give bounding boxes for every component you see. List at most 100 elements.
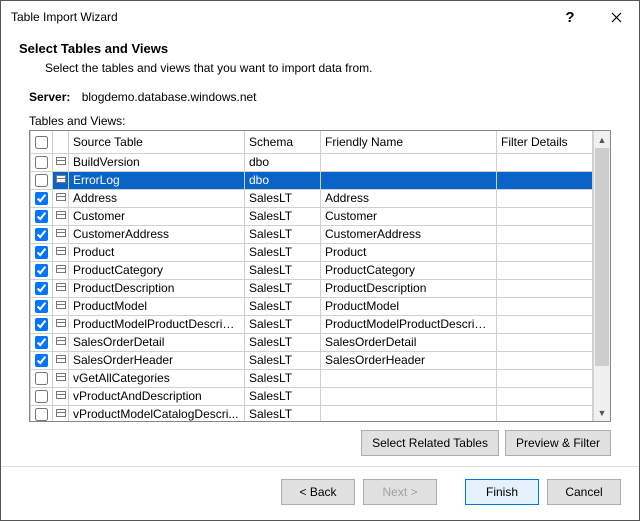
cell-filter <box>497 279 593 297</box>
table-row[interactable]: AddressSalesLTAddress <box>31 189 593 207</box>
row-checkbox-cell[interactable] <box>31 297 53 315</box>
row-checkbox-cell[interactable] <box>31 351 53 369</box>
cell-source: vGetAllCategories <box>69 369 245 387</box>
cell-friendly: Product <box>321 243 497 261</box>
row-checkbox-cell[interactable] <box>31 207 53 225</box>
row-checkbox-cell[interactable] <box>31 153 53 171</box>
cell-schema: SalesLT <box>245 225 321 243</box>
help-button[interactable]: ? <box>547 1 593 33</box>
col-filter-details[interactable]: Filter Details <box>497 131 593 153</box>
row-checkbox-cell[interactable] <box>31 225 53 243</box>
table-row[interactable]: BuildVersiondbo <box>31 153 593 171</box>
table-row[interactable]: ProductModelSalesLTProductModel <box>31 297 593 315</box>
row-checkbox[interactable] <box>35 336 48 349</box>
header-checkbox-cell[interactable] <box>31 131 53 153</box>
scroll-thumb[interactable] <box>595 148 609 366</box>
cell-schema: SalesLT <box>245 333 321 351</box>
scroll-down-arrow[interactable]: ▼ <box>594 404 610 421</box>
finish-button[interactable]: Finish <box>465 479 539 505</box>
table-icon <box>53 189 69 207</box>
row-checkbox-cell[interactable] <box>31 171 53 189</box>
row-checkbox[interactable] <box>35 300 48 313</box>
table-row[interactable]: SalesOrderHeaderSalesLTSalesOrderHeader <box>31 351 593 369</box>
row-checkbox[interactable] <box>35 192 48 205</box>
table-icon <box>53 369 69 387</box>
row-checkbox[interactable] <box>35 174 48 187</box>
scroll-track[interactable] <box>594 148 610 404</box>
row-checkbox[interactable] <box>35 210 48 223</box>
row-checkbox-cell[interactable] <box>31 333 53 351</box>
select-all-checkbox[interactable] <box>35 136 48 149</box>
row-checkbox[interactable] <box>35 282 48 295</box>
scroll-up-arrow[interactable]: ▲ <box>594 131 610 148</box>
table-icon <box>53 243 69 261</box>
cell-source: BuildVersion <box>69 153 245 171</box>
row-checkbox[interactable] <box>35 408 48 421</box>
back-button[interactable]: < Back <box>281 479 355 505</box>
table-icon <box>53 225 69 243</box>
table-row[interactable]: ProductCategorySalesLTProductCategory <box>31 261 593 279</box>
cell-schema: SalesLT <box>245 405 321 421</box>
tables-grid[interactable]: Source Table Schema Friendly Name Filter… <box>29 130 611 422</box>
vertical-scrollbar[interactable]: ▲ ▼ <box>593 131 610 421</box>
cell-source: Product <box>69 243 245 261</box>
cell-friendly: ProductModel <box>321 297 497 315</box>
row-checkbox-cell[interactable] <box>31 369 53 387</box>
cell-schema: SalesLT <box>245 243 321 261</box>
row-checkbox-cell[interactable] <box>31 279 53 297</box>
close-button[interactable] <box>593 1 639 33</box>
col-source-table[interactable]: Source Table <box>69 131 245 153</box>
cell-friendly: Address <box>321 189 497 207</box>
cell-source: ProductDescription <box>69 279 245 297</box>
row-checkbox-cell[interactable] <box>31 261 53 279</box>
cell-source: SalesOrderHeader <box>69 351 245 369</box>
table-icon <box>53 207 69 225</box>
cell-filter <box>497 171 593 189</box>
row-checkbox[interactable] <box>35 156 48 169</box>
row-checkbox-cell[interactable] <box>31 189 53 207</box>
row-checkbox[interactable] <box>35 228 48 241</box>
col-schema[interactable]: Schema <box>245 131 321 153</box>
table-row[interactable]: vProductModelCatalogDescri...SalesLT <box>31 405 593 421</box>
tables-views-label: Tables and Views: <box>29 114 621 128</box>
row-checkbox[interactable] <box>35 390 48 403</box>
table-row[interactable]: SalesOrderDetailSalesLTSalesOrderDetail <box>31 333 593 351</box>
row-checkbox[interactable] <box>35 318 48 331</box>
row-checkbox-cell[interactable] <box>31 243 53 261</box>
cell-schema: SalesLT <box>245 279 321 297</box>
cell-schema: dbo <box>245 171 321 189</box>
table-row[interactable]: ProductModelProductDescript...SalesLTPro… <box>31 315 593 333</box>
row-checkbox[interactable] <box>35 264 48 277</box>
grid-actions: Select Related Tables Preview & Filter <box>29 430 611 456</box>
cell-source: ProductCategory <box>69 261 245 279</box>
cell-source: Customer <box>69 207 245 225</box>
cell-schema: dbo <box>245 153 321 171</box>
table-row[interactable]: vGetAllCategoriesSalesLT <box>31 369 593 387</box>
select-related-button[interactable]: Select Related Tables <box>361 430 499 456</box>
table-row[interactable]: ProductDescriptionSalesLTProductDescript… <box>31 279 593 297</box>
page-heading: Select Tables and Views <box>19 41 621 56</box>
row-checkbox[interactable] <box>35 372 48 385</box>
row-checkbox-cell[interactable] <box>31 405 53 421</box>
table-row[interactable]: CustomerAddressSalesLTCustomerAddress <box>31 225 593 243</box>
row-checkbox-cell[interactable] <box>31 387 53 405</box>
row-checkbox[interactable] <box>35 246 48 259</box>
cell-friendly <box>321 369 497 387</box>
cell-source: vProductAndDescription <box>69 387 245 405</box>
row-checkbox[interactable] <box>35 354 48 367</box>
preview-filter-button[interactable]: Preview & Filter <box>505 430 611 456</box>
table-row[interactable]: vProductAndDescriptionSalesLT <box>31 387 593 405</box>
table-icon <box>53 171 69 189</box>
cell-filter <box>497 207 593 225</box>
server-label: Server: <box>29 90 70 104</box>
col-friendly-name[interactable]: Friendly Name <box>321 131 497 153</box>
cell-friendly: SalesOrderHeader <box>321 351 497 369</box>
cell-schema: SalesLT <box>245 207 321 225</box>
cancel-button[interactable]: Cancel <box>547 479 621 505</box>
cell-friendly: ProductDescription <box>321 279 497 297</box>
table-row[interactable]: CustomerSalesLTCustomer <box>31 207 593 225</box>
row-checkbox-cell[interactable] <box>31 315 53 333</box>
table-row[interactable]: ProductSalesLTProduct <box>31 243 593 261</box>
cell-filter <box>497 243 593 261</box>
table-row[interactable]: ErrorLogdbo <box>31 171 593 189</box>
